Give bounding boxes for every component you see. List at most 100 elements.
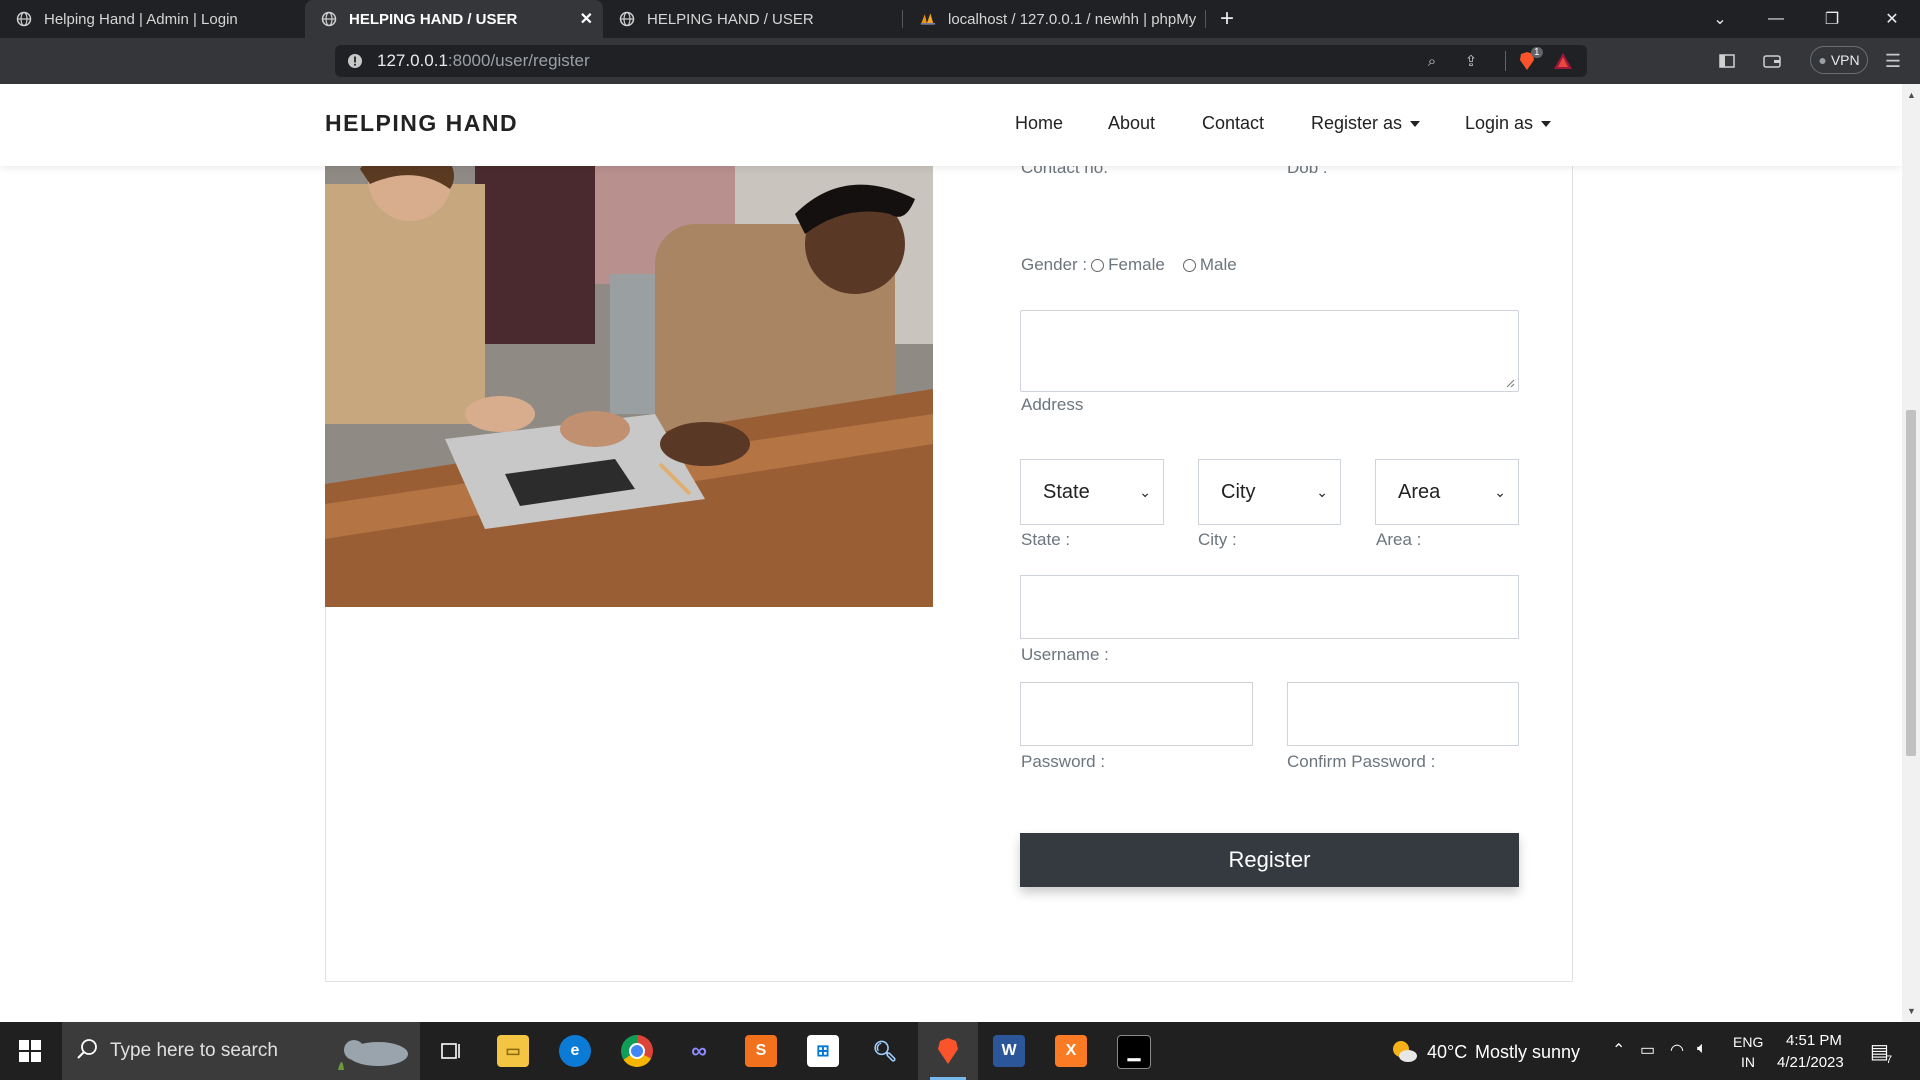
vpn-dot-icon: ● <box>1818 52 1827 68</box>
url-bar[interactable]: 127.0.0.1:8000/user/register ⌕ ⇪ 1 <box>335 45 1587 77</box>
tab-helping-hand-user-active[interactable]: HELPING HAND / USER ✕ <box>305 0 603 38</box>
file-explorer-icon[interactable]: ▭ <box>497 1035 529 1067</box>
wifi-icon[interactable]: ◠ <box>1670 1040 1684 1060</box>
xampp-icon[interactable]: X <box>1055 1035 1087 1067</box>
brave-browser-icon[interactable] <box>932 1035 964 1067</box>
vpn-button[interactable]: ● VPN <box>1810 46 1868 74</box>
language-in: IN <box>1741 1054 1755 1070</box>
brave-rewards-icon[interactable] <box>1553 51 1573 71</box>
tab-helping-hand-user[interactable]: HELPING HAND / USER <box>603 0 901 38</box>
nav-about[interactable]: About <box>1108 113 1155 134</box>
zoom-icon[interactable]: ⌕ <box>1422 51 1442 71</box>
female-label: Female <box>1108 255 1165 274</box>
battery-icon[interactable]: ▭ <box>1640 1040 1655 1060</box>
male-radio[interactable] <box>1182 259 1196 273</box>
area-select-value: Area <box>1398 480 1441 503</box>
magnifier-app-icon[interactable]: 🔍︎ <box>869 1035 901 1067</box>
chevron-down-icon: ⌄ <box>1316 484 1328 500</box>
chevron-down-icon: ⌄ <box>1139 484 1151 500</box>
language-eng[interactable]: ENG <box>1733 1034 1763 1050</box>
city-label: City : <box>1198 530 1237 549</box>
area-label: Area : <box>1376 530 1422 549</box>
share-icon[interactable]: ⇪ <box>1461 51 1481 71</box>
task-view-icon[interactable] <box>436 1035 468 1067</box>
site-navbar: HELPING HAND Home About Contact Register… <box>0 84 1902 166</box>
tab-separator <box>902 10 903 28</box>
chrome-icon[interactable] <box>621 1035 653 1067</box>
city-select[interactable]: City ⌄ <box>1198 459 1341 525</box>
terminal-icon[interactable]: ▁ <box>1117 1035 1151 1069</box>
search-icon <box>76 1038 98 1065</box>
minimize-icon[interactable]: — <box>1748 0 1804 38</box>
confirm-password-label: Confirm Password : <box>1287 752 1436 771</box>
shield-badge: 1 <box>1531 47 1543 58</box>
windows-start-icon[interactable] <box>14 1035 46 1067</box>
tab-title: HELPING HAND / USER <box>349 10 518 28</box>
globe-icon <box>619 11 635 27</box>
nav-home[interactable]: Home <box>1015 113 1063 134</box>
password-label: Password : <box>1021 752 1106 771</box>
microsoft-store-icon[interactable]: ⊞ <box>807 1035 839 1067</box>
tab-title: HELPING HAND / USER <box>647 10 814 28</box>
new-tab-plus-icon[interactable]: + <box>1202 0 1252 38</box>
chevron-down-icon: ⌄ <box>1494 484 1506 500</box>
state-select[interactable]: State ⌄ <box>1020 459 1164 525</box>
infinity-app-icon[interactable]: ∞ <box>683 1035 715 1067</box>
sublime-text-icon[interactable]: S <box>745 1035 777 1067</box>
address-textarea[interactable] <box>1020 310 1519 392</box>
windows-taskbar: Type here to search ▭ e ∞ S ⊞ 🔍︎ W X ▁ 4… <box>0 1022 1920 1080</box>
caret-down-icon <box>1410 121 1421 128</box>
nav-register-as-dropdown[interactable]: Register as <box>1311 113 1421 134</box>
omnibox-divider <box>1505 51 1506 71</box>
scroll-up-arrow-icon[interactable]: ▲ <box>1907 90 1916 100</box>
volume-icon[interactable]: 🔈︎ <box>1697 1040 1707 1058</box>
site-brand[interactable]: HELPING HAND <box>325 110 518 137</box>
team-office-photo <box>325 144 933 607</box>
nav-login-as-dropdown[interactable]: Login as <box>1465 113 1552 134</box>
scroll-thumb[interactable] <box>1906 410 1916 756</box>
sidebar-toggle-icon[interactable] <box>1712 46 1742 76</box>
tray-chevron-up-icon[interactable]: ⌃ <box>1612 1040 1625 1060</box>
scroll-down-arrow-icon[interactable]: ▼ <box>1907 1006 1916 1016</box>
close-window-icon[interactable]: ✕ <box>1864 0 1920 38</box>
address-label: Address <box>1021 395 1084 414</box>
taskbar-search-box[interactable]: Type here to search <box>62 1022 420 1080</box>
confirm-password-input[interactable] <box>1287 682 1519 746</box>
login-as-label: Login as <box>1465 113 1534 133</box>
weather-text[interactable]: Mostly sunny <box>1475 1042 1580 1063</box>
caret-down-icon <box>1541 121 1552 128</box>
area-select[interactable]: Area ⌄ <box>1375 459 1519 525</box>
username-input[interactable] <box>1020 575 1519 639</box>
weather-temp[interactable]: 40°C <box>1427 1042 1467 1063</box>
register-button[interactable]: Register <box>1020 833 1519 887</box>
tab-title: Helping Hand | Admin | Login <box>44 10 238 28</box>
gender-group: Gender : Female Male <box>1021 255 1237 275</box>
nav-contact[interactable]: Contact <box>1202 113 1264 134</box>
restore-icon[interactable]: ❐ <box>1804 0 1860 38</box>
tab-phpmyadmin[interactable]: localhost / 127.0.0.1 / newhh | phpMy <box>904 0 1204 38</box>
clock-time[interactable]: 4:51 PM <box>1786 1032 1842 1049</box>
close-tab-icon[interactable]: ✕ <box>580 9 593 29</box>
gender-label: Gender : <box>1021 255 1088 274</box>
edge-icon[interactable]: e <box>559 1035 591 1067</box>
tab-search-chevron-icon[interactable]: ⌄ <box>1692 0 1748 38</box>
state-label: State : <box>1021 530 1071 549</box>
weather-sun-icon <box>1390 1038 1418 1069</box>
password-input[interactable] <box>1020 682 1253 746</box>
clock-date[interactable]: 4/21/2023 <box>1777 1054 1844 1071</box>
url-path: :8000/user/register <box>447 51 590 70</box>
menu-icon[interactable]: ☰ <box>1878 46 1908 76</box>
page-scrollbar[interactable]: ▲ ▼ <box>1902 84 1920 1022</box>
page-viewport: HELPING HAND Home About Contact Register… <box>0 84 1902 1022</box>
resize-grip-icon[interactable] <box>1506 379 1515 388</box>
globe-icon <box>16 11 32 27</box>
phpmyadmin-icon <box>920 11 936 27</box>
wallet-icon[interactable] <box>1757 46 1787 76</box>
globe-icon <box>321 11 337 27</box>
site-info-icon[interactable] <box>345 51 365 71</box>
word-icon[interactable]: W <box>993 1035 1025 1067</box>
city-select-value: City <box>1221 480 1256 503</box>
female-radio[interactable] <box>1091 259 1105 273</box>
url-host: 127.0.0.1 <box>377 51 448 70</box>
tab-admin-login[interactable]: Helping Hand | Admin | Login <box>0 0 300 38</box>
